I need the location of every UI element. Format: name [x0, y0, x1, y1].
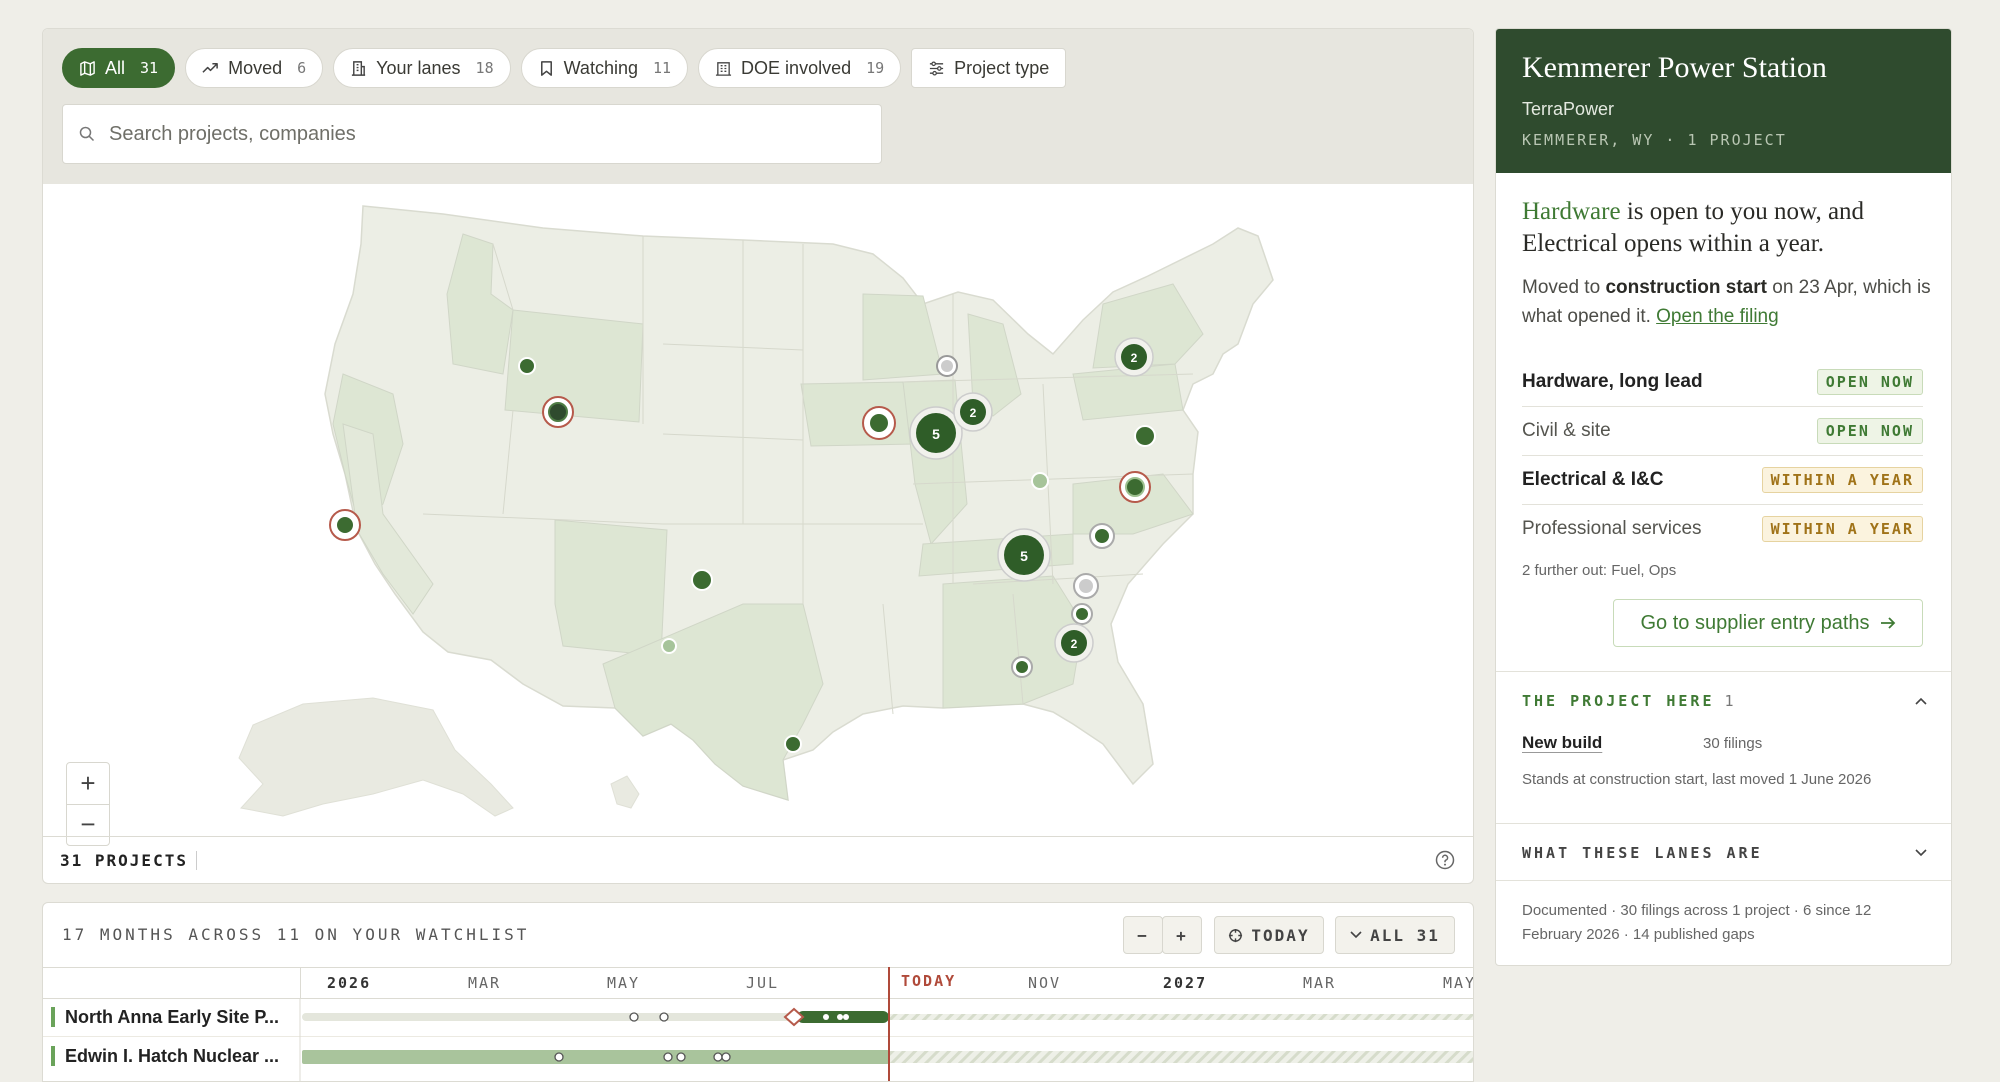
- bookmark-icon: [540, 60, 552, 76]
- lane-name: Hardware, long lead: [1522, 370, 1703, 392]
- lanes-explainer-section-toggle[interactable]: WHAT THESE LANES ARE: [1496, 823, 1951, 881]
- filter-chip-watching[interactable]: Watching 11: [520, 48, 689, 88]
- lane-name: Civil & site: [1522, 419, 1611, 441]
- project-type-link[interactable]: New build: [1522, 733, 1602, 753]
- lane-row[interactable]: Electrical & I&C WITHIN A YEAR: [1522, 455, 1923, 505]
- filter-chip-count: 19: [866, 59, 885, 77]
- section-label: THE PROJECT HERE 1: [1522, 692, 1734, 710]
- lane-status-badge: OPEN NOW: [1816, 368, 1923, 395]
- timeline-event: [843, 1014, 849, 1020]
- trending-up-icon: [202, 62, 218, 73]
- chevron-down-icon: [1915, 849, 1927, 857]
- timeline-event: [659, 1012, 669, 1022]
- project-filings: 30 filings: [1703, 735, 1763, 752]
- zoom-control: + −: [66, 762, 110, 846]
- timeline-bar-past: [302, 1050, 889, 1064]
- us-map[interactable]: [43, 184, 1473, 838]
- lane-row[interactable]: Professional services WITHIN A YEAR: [1522, 504, 1923, 553]
- lane-status-badge: OPEN NOW: [1816, 417, 1923, 444]
- filter-bar: All 31 Moved 6 Your lanes 18 Watching 11…: [43, 29, 1473, 185]
- timeline-event: [663, 1052, 673, 1062]
- filter-chip-label: DOE involved: [741, 57, 852, 78]
- detail-header: Kemmerer Power Station TerraPower KEMMER…: [1496, 29, 1951, 173]
- lane-name: Professional services: [1522, 517, 1702, 539]
- timeline-event: [837, 1014, 843, 1020]
- lane-row[interactable]: Hardware, long lead OPEN NOW: [1522, 357, 1923, 407]
- detail-company[interactable]: TerraPower: [1522, 99, 1614, 120]
- timeline-event: [823, 1014, 829, 1020]
- timeline-bar-future: [889, 1014, 1473, 1020]
- state-shaded-wyoming: [504, 309, 644, 423]
- search-box: [62, 104, 882, 164]
- filter-chip-moved[interactable]: Moved 6: [185, 48, 324, 88]
- detail-moved-text: Moved to construction start on 23 Apr, w…: [1522, 273, 1932, 331]
- filter-chip-count: 6: [297, 59, 307, 77]
- state-shaded-pennsylvania: [1072, 363, 1184, 421]
- chevron-up-icon: [1915, 697, 1927, 705]
- filter-chip-label: All: [105, 57, 126, 78]
- detail-headline: Hardware is open to you now, and Electri…: [1522, 196, 1927, 260]
- section-label-text: THE PROJECT HERE: [1522, 692, 1715, 710]
- filter-chip-label: Watching: [563, 57, 638, 78]
- filter-chip-count: 31: [140, 59, 159, 77]
- timeline-event: [713, 1052, 723, 1062]
- alaska-region: [238, 697, 514, 817]
- project-status: Stands at construction start, last moved…: [1522, 771, 1872, 788]
- filter-chip-label: Your lanes: [376, 57, 461, 78]
- supplier-entry-paths-button[interactable]: Go to supplier entry paths: [1613, 599, 1923, 647]
- zoom-in-button[interactable]: +: [67, 763, 109, 805]
- filter-chip-your-lanes[interactable]: Your lanes 18: [333, 48, 511, 88]
- building-icon: [352, 60, 366, 76]
- filter-chip-count: 11: [652, 59, 672, 77]
- lane-row[interactable]: Civil & site OPEN NOW: [1522, 406, 1923, 456]
- sliders-icon: [930, 60, 944, 76]
- filter-chip-label: Moved: [228, 57, 283, 78]
- timeline-bars: [299, 967, 1473, 1081]
- timeline-milestone: [783, 1007, 805, 1027]
- map-icon: [80, 60, 95, 76]
- timeline-event: [629, 1012, 639, 1022]
- section-count: 1: [1724, 692, 1734, 710]
- project-type-button[interactable]: Project type: [911, 48, 1067, 88]
- further-out-note: 2 further out: Fuel, Ops: [1522, 562, 1677, 579]
- filter-chips: All 31 Moved 6 Your lanes 18 Watching 11…: [62, 48, 1067, 88]
- search-icon: [79, 126, 95, 142]
- government-icon: [715, 61, 732, 76]
- filter-chip-doe-involved[interactable]: DOE involved 19: [698, 48, 902, 88]
- arrow-right-icon: [1880, 617, 1895, 629]
- timeline-bar-future: [889, 1051, 1473, 1063]
- section-label: WHAT THESE LANES ARE: [1522, 844, 1763, 862]
- lane-name: Electrical & I&C: [1522, 468, 1664, 490]
- map-panel: All 31 Moved 6 Your lanes 18 Watching 11…: [42, 28, 1474, 884]
- timeline-event: [676, 1052, 686, 1062]
- lane-status-badge: WITHIN A YEAR: [1761, 515, 1923, 542]
- help-icon[interactable]: [1435, 850, 1455, 870]
- open-filing-link[interactable]: Open the filing: [1656, 306, 1779, 327]
- supplier-button-label: Go to supplier entry paths: [1640, 611, 1870, 634]
- state-shaded-newmexico: [554, 519, 668, 657]
- lane-status-badge: WITHIN A YEAR: [1761, 466, 1923, 493]
- project-detail-panel: Kemmerer Power Station TerraPower KEMMER…: [1495, 28, 1952, 966]
- moved-stage: construction start: [1605, 277, 1767, 298]
- timeline-event: [554, 1052, 564, 1062]
- search-input[interactable]: [107, 121, 871, 147]
- map-footer: 31 PROJECTS: [43, 836, 1473, 883]
- timeline-event: [721, 1052, 731, 1062]
- detail-title: Kemmerer Power Station: [1522, 51, 1827, 84]
- state-shaded-iowa: [800, 381, 916, 447]
- documented-summary: Documented · 30 filings across 1 project…: [1522, 902, 1872, 943]
- filter-chip-count: 18: [475, 59, 494, 77]
- filter-chip-all[interactable]: All 31: [62, 48, 176, 88]
- detail-location: KEMMERER, WY · 1 PROJECT: [1522, 131, 1787, 149]
- projects-count: 31 PROJECTS: [60, 850, 197, 870]
- project-here-section-toggle[interactable]: THE PROJECT HERE 1: [1496, 671, 1951, 728]
- moved-prefix: Moved to: [1522, 277, 1606, 298]
- timeline-panel: 17 MONTHS ACROSS 11 ON YOUR WATCHLIST − …: [42, 902, 1474, 1082]
- timeline-bar-past: [302, 1013, 797, 1021]
- alaska-island: [610, 775, 640, 809]
- headline-highlight: Hardware: [1522, 198, 1621, 225]
- project-type-label: Project type: [954, 57, 1050, 78]
